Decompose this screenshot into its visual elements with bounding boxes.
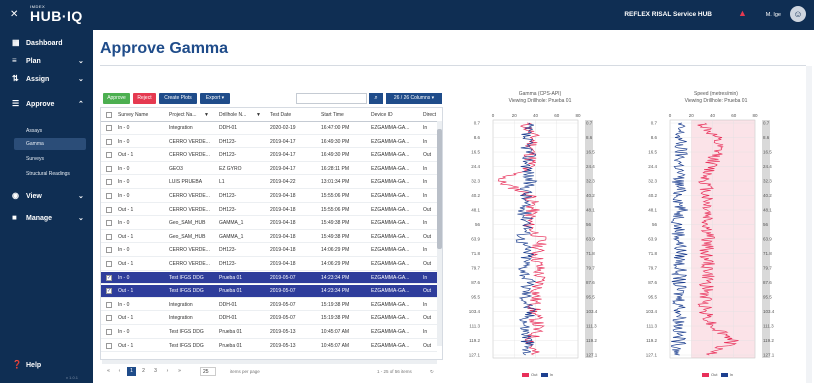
x-tick-label: 20 xyxy=(689,113,695,118)
y-tick-label: 48.1 xyxy=(471,208,480,213)
y-tick-label-right: 24.4 xyxy=(763,164,772,169)
y-tick-label: 63.9 xyxy=(471,237,480,242)
log-charts: 0 20 40 60 80 0.7 0.7 8.6 8.6 16.5 16.5 24.4 24.4 32.… xyxy=(469,113,775,359)
y-tick-label: 95.5 xyxy=(471,295,480,300)
legend-swatch-in xyxy=(720,372,728,377)
legend-swatch-out xyxy=(522,372,529,377)
y-tick-label: 127.1 xyxy=(646,353,658,358)
y-tick-label-right: 32.3 xyxy=(763,179,772,184)
y-tick-label: 71.8 xyxy=(648,251,657,256)
y-tick-label-right: 0.7 xyxy=(586,121,593,126)
y-tick-label: 0.7 xyxy=(474,121,481,126)
y-tick-label-right: 119.2 xyxy=(586,338,597,343)
y-tick-label: 63.9 xyxy=(648,237,657,242)
y-tick-label: 119.2 xyxy=(646,338,657,343)
y-tick-label-right: 56 xyxy=(763,222,769,227)
y-tick-label: 127.1 xyxy=(469,353,481,358)
y-tick-label-right: 71.8 xyxy=(763,251,772,256)
y-tick-label-right: 111.3 xyxy=(586,324,597,329)
y-tick-label: 40.2 xyxy=(648,193,657,198)
y-tick-label-right: 48.1 xyxy=(763,208,772,213)
y-tick-label-right: 8.6 xyxy=(763,135,770,140)
y-tick-label: 32.3 xyxy=(471,179,480,184)
y-tick-label-right: 40.2 xyxy=(763,193,772,198)
gamma-legend: Out In xyxy=(520,372,553,377)
y-tick-label: 24.4 xyxy=(471,164,480,169)
page-vertical-scrollbar[interactable] xyxy=(806,66,812,383)
y-tick-label-right: 16.5 xyxy=(586,150,595,155)
x-tick-label: 40 xyxy=(710,113,716,118)
y-tick-label: 40.2 xyxy=(471,193,480,198)
y-tick-label: 111.3 xyxy=(646,324,657,329)
y-tick-label: 56 xyxy=(475,222,481,227)
y-tick-label: 8.6 xyxy=(474,135,481,140)
y-tick-label-right: 127.1 xyxy=(586,353,598,358)
y-tick-label-right: 95.5 xyxy=(586,295,595,300)
x-tick-label: 0 xyxy=(669,113,672,118)
y-tick-label-right: 63.9 xyxy=(763,237,772,242)
y-tick-label: 79.7 xyxy=(471,266,480,271)
legend-out-label: Out xyxy=(531,372,538,377)
x-tick-label: 40 xyxy=(533,113,539,118)
y-tick-label-right: 71.8 xyxy=(586,251,595,256)
x-tick-label: 80 xyxy=(752,113,758,118)
y-tick-label-right: 87.6 xyxy=(763,280,772,285)
x-tick-label: 0 xyxy=(492,113,495,118)
y-tick-label: 87.6 xyxy=(648,280,657,285)
y-tick-label-right: 40.2 xyxy=(586,193,595,198)
y-tick-label: 103.4 xyxy=(646,309,658,314)
y-tick-label: 111.3 xyxy=(469,324,480,329)
x-tick-label: 60 xyxy=(554,113,560,118)
y-tick-label-right: 16.5 xyxy=(763,150,772,155)
x-tick-label: 60 xyxy=(731,113,737,118)
y-tick-label: 16.5 xyxy=(471,150,480,155)
y-tick-label: 95.5 xyxy=(648,295,657,300)
y-tick-label: 71.8 xyxy=(471,251,480,256)
y-tick-label: 79.7 xyxy=(648,266,657,271)
y-tick-label: 0.7 xyxy=(651,121,658,126)
y-tick-label: 87.6 xyxy=(471,280,480,285)
y-tick-label: 119.2 xyxy=(469,338,480,343)
y-tick-label-right: 32.3 xyxy=(586,179,595,184)
y-tick-label-right: 79.7 xyxy=(763,266,772,271)
legend-swatch-out xyxy=(702,372,709,377)
legend-swatch-in xyxy=(540,372,548,377)
y-tick-label-right: 127.1 xyxy=(763,353,775,358)
y-tick-label-right: 63.9 xyxy=(586,237,595,242)
y-tick-label: 103.4 xyxy=(469,309,481,314)
y-tick-label-right: 87.6 xyxy=(586,280,595,285)
y-tick-label-right: 103.4 xyxy=(586,309,598,314)
y-tick-label-right: 0.7 xyxy=(763,121,770,126)
y-tick-label-right: 79.7 xyxy=(586,266,595,271)
y-tick-label: 16.5 xyxy=(648,150,657,155)
legend-in-label: In xyxy=(549,372,553,377)
y-tick-label-right: 56 xyxy=(586,222,592,227)
y-tick-label: 32.3 xyxy=(648,179,657,184)
y-tick-label-right: 24.4 xyxy=(586,164,595,169)
legend-out-label: Out xyxy=(711,372,718,377)
y-tick-label-right: 119.2 xyxy=(763,338,774,343)
y-tick-label: 56 xyxy=(652,222,658,227)
y-tick-label: 24.4 xyxy=(648,164,657,169)
y-tick-label: 8.6 xyxy=(651,135,658,140)
y-tick-label-right: 111.3 xyxy=(763,324,774,329)
y-tick-label-right: 8.6 xyxy=(586,135,593,140)
legend-in-label: In xyxy=(729,372,733,377)
y-tick-label: 48.1 xyxy=(648,208,657,213)
y-tick-label-right: 95.5 xyxy=(763,295,772,300)
y-tick-label-right: 103.4 xyxy=(763,309,775,314)
x-tick-label: 20 xyxy=(512,113,518,118)
x-tick-label: 80 xyxy=(575,113,581,118)
y-tick-label-right: 48.1 xyxy=(586,208,595,213)
speed-legend: Out In xyxy=(700,372,733,377)
